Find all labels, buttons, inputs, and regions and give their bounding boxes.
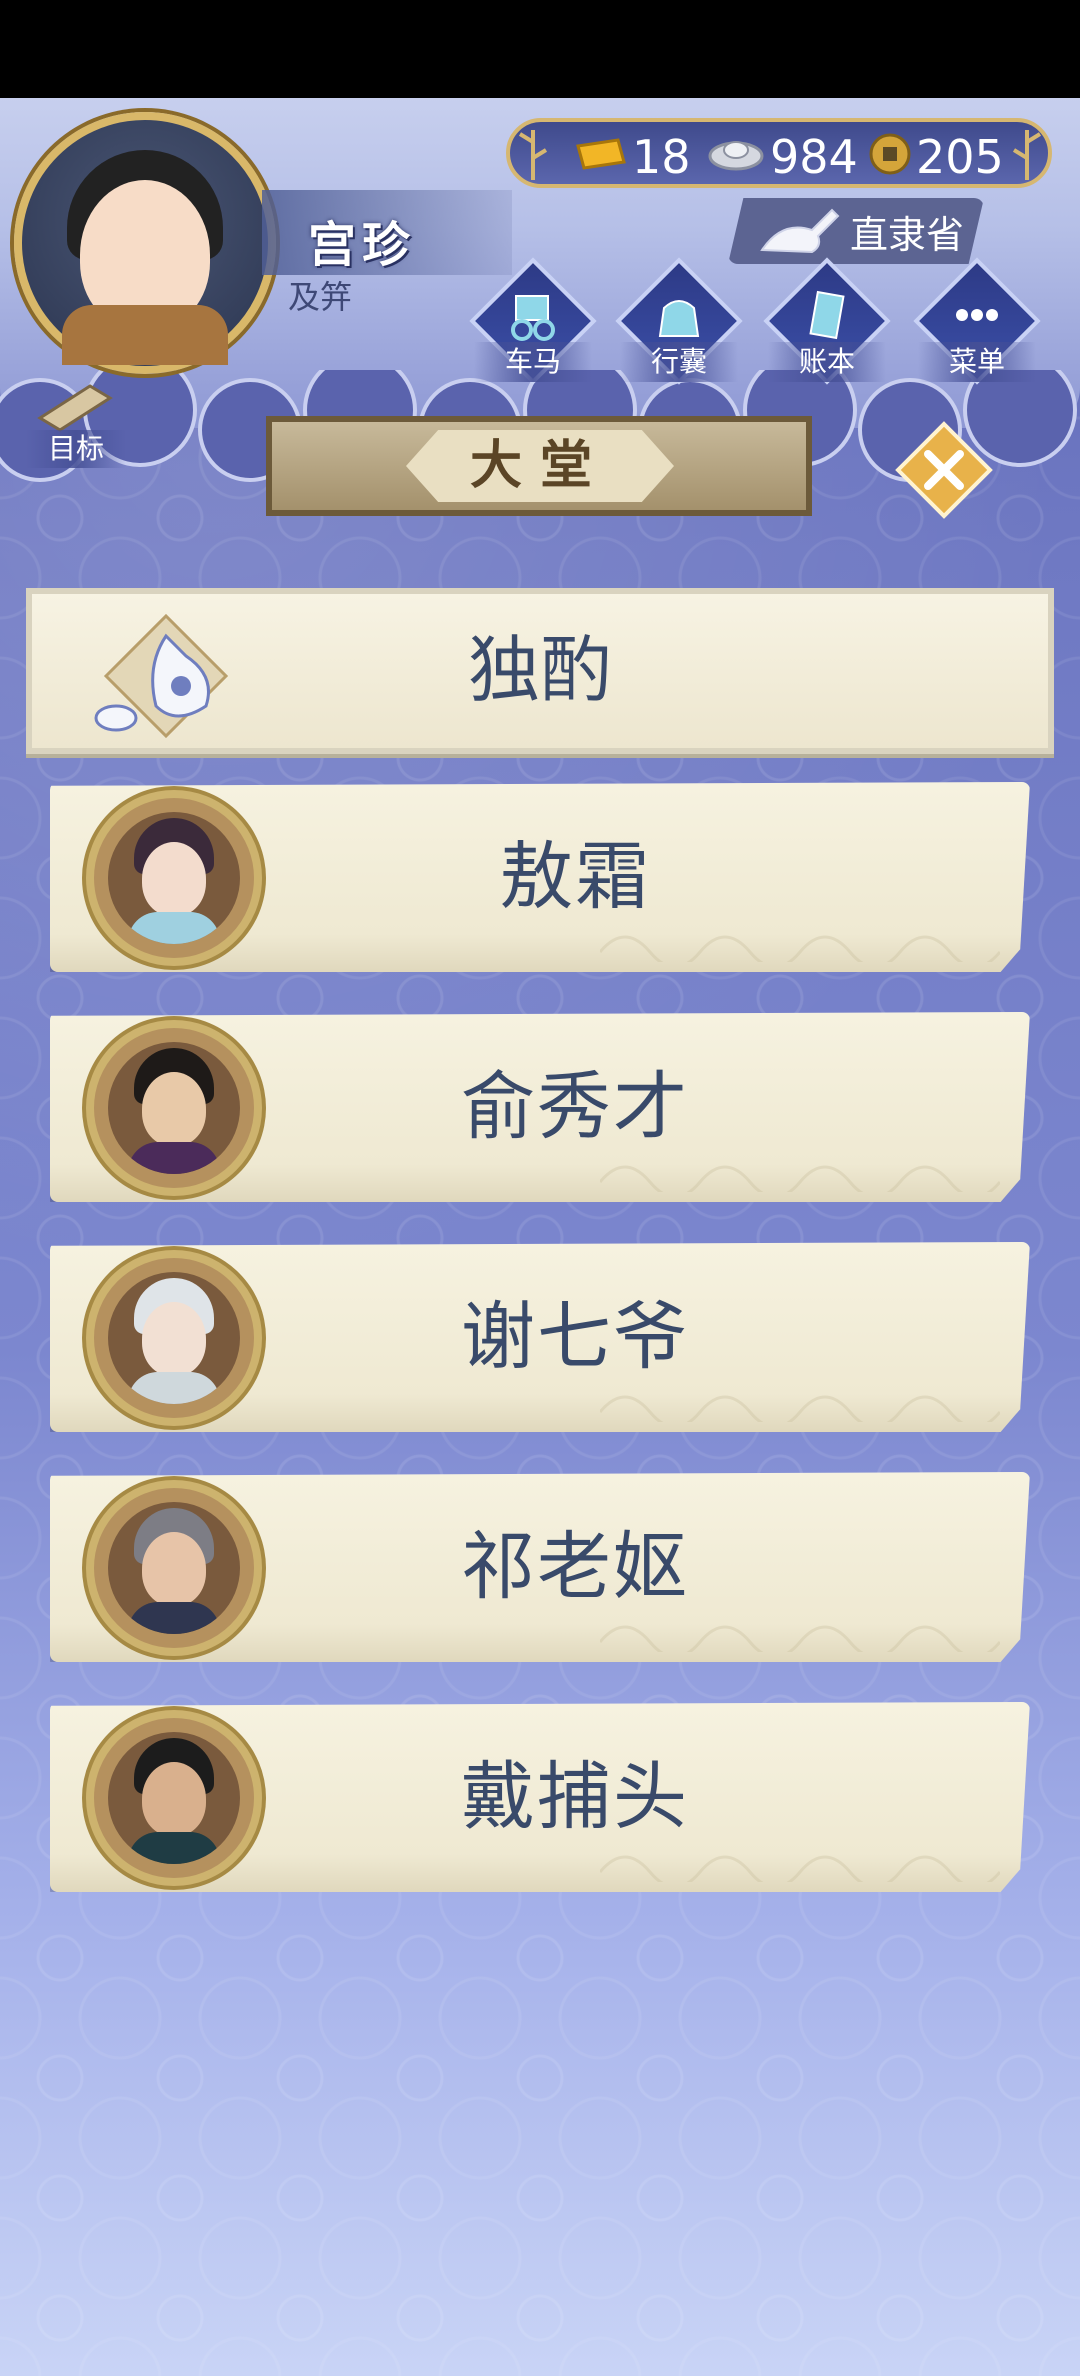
- hall-title: 大堂: [469, 436, 610, 496]
- menu-button-more[interactable]: 菜单: [913, 257, 1041, 385]
- gold-ingot-icon: [576, 138, 626, 170]
- coin-count: 205: [916, 130, 1004, 184]
- bag-icon: [658, 300, 700, 337]
- menu-label-more: 菜单: [918, 342, 1036, 382]
- bamboo-right-icon: [1010, 128, 1044, 182]
- character-name: 谢七爷: [461, 1294, 689, 1380]
- avatar-clothes: [62, 305, 228, 365]
- drink-alone-label: 独酌: [467, 628, 612, 712]
- location-name: 直隶省: [850, 213, 965, 257]
- bamboo-left-icon: [516, 128, 550, 182]
- scroll-icon: [37, 384, 113, 432]
- character-name: 祁老妪: [461, 1524, 689, 1610]
- menu-button-carriage[interactable]: 车马: [469, 257, 597, 385]
- silver-count: 984: [770, 130, 858, 184]
- goal-button[interactable]: 目标: [18, 378, 128, 468]
- player-rank: 及笄: [288, 278, 353, 316]
- menu-label-ledger: 账本: [768, 342, 886, 382]
- menu-label-bag: 行囊: [620, 342, 738, 382]
- character-name: 俞秀才: [461, 1064, 689, 1150]
- menu-button-ledger[interactable]: 账本: [763, 257, 891, 385]
- copper-coin-icon: [869, 133, 911, 175]
- currency-bar: 18 984 205: [506, 118, 1052, 188]
- player-name: 宫珍: [308, 217, 417, 273]
- more-icon: [956, 309, 998, 321]
- status-bar-area: [0, 0, 1080, 98]
- menu-button-bag[interactable]: 行囊: [615, 257, 743, 385]
- close-button[interactable]: [894, 420, 994, 520]
- goal-label: 目标: [26, 430, 126, 468]
- player-avatar[interactable]: [14, 112, 276, 374]
- silver-ingot-icon: [708, 141, 764, 171]
- menu-label-carriage: 车马: [474, 342, 592, 382]
- gold-count: 18: [632, 130, 691, 184]
- location-icon: [760, 208, 840, 254]
- carriage-icon: [511, 295, 555, 341]
- ledger-icon: [809, 290, 845, 340]
- character-name: 敖霜: [499, 834, 651, 920]
- character-name: 戴捕头: [461, 1754, 689, 1840]
